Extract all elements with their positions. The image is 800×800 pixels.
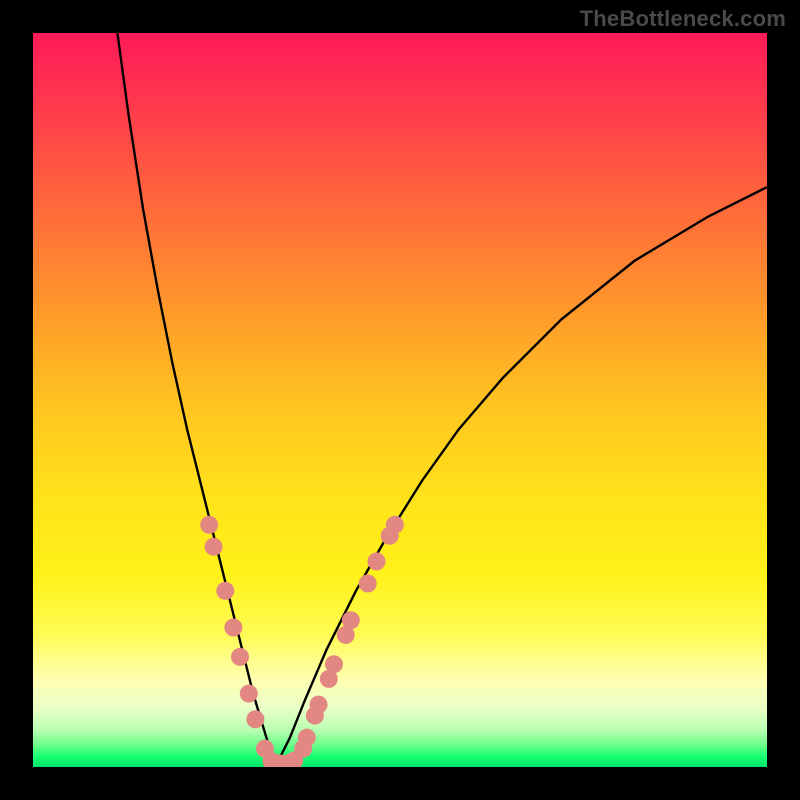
data-dot bbox=[325, 655, 343, 673]
data-dot bbox=[246, 710, 264, 728]
chart-svg bbox=[33, 33, 767, 767]
data-dot bbox=[386, 516, 404, 534]
bottleneck-curve-right bbox=[275, 187, 767, 767]
chart-frame: TheBottleneck.com bbox=[0, 0, 800, 800]
data-dot bbox=[240, 685, 258, 703]
data-dot bbox=[310, 696, 328, 714]
bottleneck-curve-left bbox=[117, 33, 275, 767]
data-dot bbox=[342, 611, 360, 629]
data-dot bbox=[200, 516, 218, 534]
data-dot bbox=[231, 648, 249, 666]
chart-plot-area bbox=[33, 33, 767, 767]
data-dots-group bbox=[200, 516, 404, 767]
watermark-text: TheBottleneck.com bbox=[580, 6, 786, 32]
data-dot bbox=[368, 552, 386, 570]
data-dot bbox=[298, 729, 316, 747]
data-dot bbox=[224, 619, 242, 637]
curve-group bbox=[117, 33, 767, 767]
data-dot bbox=[359, 575, 377, 593]
data-dot bbox=[205, 538, 223, 556]
data-dot bbox=[216, 582, 234, 600]
